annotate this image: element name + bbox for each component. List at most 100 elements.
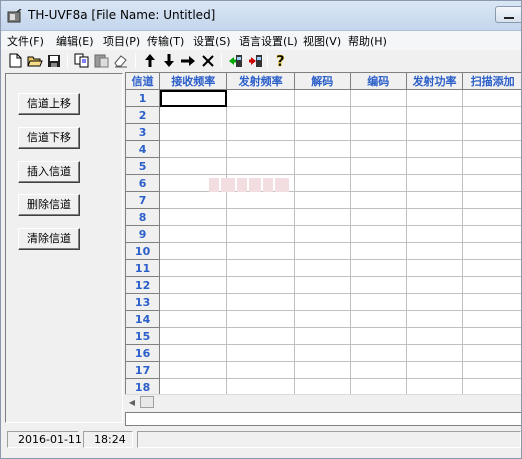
grid-cell[interactable]	[350, 344, 407, 362]
grid-cell[interactable]	[406, 276, 464, 294]
grid-cell[interactable]	[294, 174, 351, 192]
grid-cell[interactable]	[294, 344, 351, 362]
grid-cell[interactable]	[350, 276, 407, 294]
grid-cell[interactable]	[462, 106, 521, 124]
horizontal-scrollbar[interactable]: ◀	[125, 394, 521, 409]
row-number[interactable]: 4	[126, 140, 161, 158]
grid-cell[interactable]	[294, 259, 351, 277]
copy-icon[interactable]	[73, 52, 90, 69]
grid-cell[interactable]	[462, 225, 521, 243]
grid-cell[interactable]	[350, 140, 407, 158]
grid-cell[interactable]	[226, 225, 295, 243]
grid-cell[interactable]	[226, 242, 295, 260]
grid-cell[interactable]	[406, 327, 464, 345]
help-icon[interactable]: ?	[272, 52, 289, 69]
row-number[interactable]: 10	[126, 242, 161, 260]
grid-cell[interactable]	[226, 361, 295, 379]
grid-cell[interactable]	[406, 259, 464, 277]
grid-cell[interactable]	[294, 225, 351, 243]
grid-cell[interactable]	[294, 378, 351, 394]
row-number[interactable]: 2	[126, 106, 161, 124]
column-header-encode[interactable]: 编码	[350, 73, 407, 90]
grid-cell[interactable]	[294, 123, 351, 141]
grid-cell[interactable]	[406, 208, 464, 226]
grid-cell[interactable]	[462, 208, 521, 226]
row-number[interactable]: 9	[126, 225, 161, 243]
delete-channel-button[interactable]: 删除信道	[18, 194, 80, 216]
grid-cell[interactable]	[226, 191, 295, 209]
grid-cell[interactable]	[226, 140, 295, 158]
grid-cell[interactable]	[462, 259, 521, 277]
grid-cell[interactable]	[159, 378, 228, 394]
grid-cell[interactable]	[294, 310, 351, 328]
grid-cell[interactable]	[406, 310, 464, 328]
grid-cell[interactable]	[462, 276, 521, 294]
row-number[interactable]: 11	[126, 259, 161, 277]
grid-cell[interactable]	[462, 174, 521, 192]
delete-x-icon[interactable]	[199, 52, 216, 69]
title-bar[interactable]: TH-UVF8a [File Name: Untitled]	[1, 1, 521, 31]
grid-cell[interactable]	[159, 310, 228, 328]
grid-cell[interactable]	[159, 327, 228, 345]
arrow-right-icon[interactable]	[179, 52, 196, 69]
menu-project[interactable]: 项目(P)	[103, 33, 140, 49]
row-number[interactable]: 1	[126, 89, 161, 107]
grid-cell[interactable]	[406, 174, 464, 192]
minimize-button[interactable]	[495, 6, 521, 23]
row-number[interactable]: 13	[126, 293, 161, 311]
grid-cell[interactable]	[462, 89, 521, 107]
move-channel-up-button[interactable]: 信道上移	[18, 93, 80, 115]
grid-cell[interactable]	[226, 310, 295, 328]
arrow-up-icon[interactable]	[141, 52, 158, 69]
grid-cell[interactable]	[406, 157, 464, 175]
row-number[interactable]: 8	[126, 208, 161, 226]
grid-cell[interactable]	[350, 327, 407, 345]
grid-cell[interactable]	[462, 123, 521, 141]
column-header-rx-frequency[interactable]: 接收频率	[159, 73, 228, 90]
grid-cell[interactable]	[350, 191, 407, 209]
grid-cell[interactable]	[350, 378, 407, 394]
grid-cell[interactable]	[226, 293, 295, 311]
grid-cell[interactable]	[159, 140, 228, 158]
grid-cell[interactable]	[406, 361, 464, 379]
grid-cell[interactable]	[350, 106, 407, 124]
row-number[interactable]: 15	[126, 327, 161, 345]
grid-cell[interactable]	[462, 191, 521, 209]
grid-cell[interactable]	[350, 259, 407, 277]
read-from-radio-icon[interactable]	[227, 52, 244, 69]
scroll-left-arrow-icon[interactable]: ◀	[127, 397, 137, 408]
grid-cell[interactable]	[462, 378, 521, 394]
grid-cell[interactable]	[406, 123, 464, 141]
grid-cell[interactable]	[226, 157, 295, 175]
grid-cell[interactable]	[226, 327, 295, 345]
grid-cell[interactable]	[159, 208, 228, 226]
grid-cell[interactable]	[294, 327, 351, 345]
grid-cell[interactable]	[462, 327, 521, 345]
grid-cell[interactable]	[406, 378, 464, 394]
menu-language[interactable]: 语言设置(L)	[239, 33, 298, 49]
grid-cell[interactable]	[462, 157, 521, 175]
grid-cell[interactable]	[159, 123, 228, 141]
save-icon[interactable]	[45, 52, 62, 69]
grid-cell[interactable]	[350, 123, 407, 141]
grid-cell[interactable]	[350, 174, 407, 192]
grid-cell[interactable]	[294, 140, 351, 158]
row-number[interactable]: 5	[126, 157, 161, 175]
menu-transfer[interactable]: 传输(T)	[147, 33, 184, 49]
grid-cell[interactable]	[462, 140, 521, 158]
grid-cell[interactable]	[159, 106, 228, 124]
grid-cell[interactable]	[226, 89, 295, 107]
write-to-radio-icon[interactable]	[247, 52, 264, 69]
grid-cell[interactable]	[406, 225, 464, 243]
insert-channel-button[interactable]: 插入信道	[18, 161, 80, 183]
grid-cell[interactable]	[406, 140, 464, 158]
menu-settings[interactable]: 设置(S)	[193, 33, 231, 49]
move-channel-down-button[interactable]: 信道下移	[18, 127, 80, 149]
grid-cell[interactable]	[159, 361, 228, 379]
grid-cell[interactable]	[406, 344, 464, 362]
grid-cell[interactable]	[462, 344, 521, 362]
grid-cell[interactable]	[159, 157, 228, 175]
grid-cell[interactable]	[294, 191, 351, 209]
grid-cell[interactable]	[294, 208, 351, 226]
channel-grid[interactable]: 信道 接收频率 发射频率 解码 编码 发射功率 扫描添加 1 2 3 4 5 6 7 8 9 10…	[125, 72, 521, 394]
